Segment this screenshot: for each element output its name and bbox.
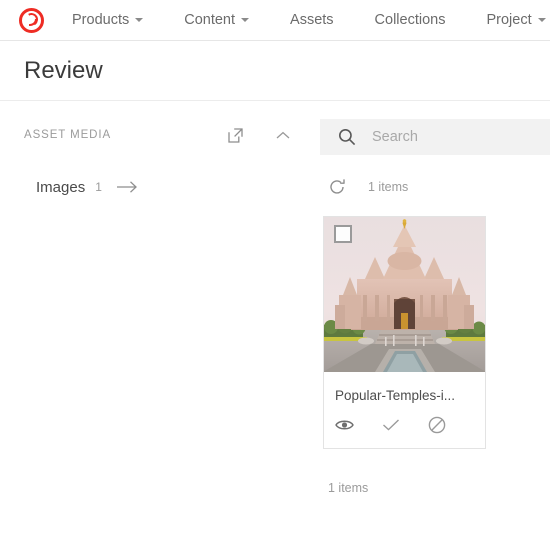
top-navigation-bar: Products Content Assets Collections Proj…	[0, 0, 550, 41]
nav-items: Products Content Assets Collections Proj…	[62, 13, 550, 28]
chevron-down-icon	[241, 18, 250, 22]
asset-select-checkbox[interactable]	[334, 225, 352, 243]
check-icon[interactable]	[382, 418, 400, 432]
nav-item-label: Products	[72, 11, 130, 28]
results-toolbar: 1 items	[320, 169, 550, 205]
sidebar: ASSET MEDIA Images 1	[0, 101, 320, 543]
nav-item-label: Content	[184, 11, 236, 28]
asset-browser-pane: 1 items	[320, 101, 550, 543]
nav-item-project[interactable]: Project	[476, 13, 550, 28]
external-link-icon[interactable]	[222, 122, 248, 148]
search-input[interactable]	[372, 129, 550, 145]
nav-item-products[interactable]: Products	[62, 13, 153, 28]
refresh-icon[interactable]	[328, 178, 346, 196]
nav-item-label: Project	[486, 11, 532, 28]
chevron-down-icon	[537, 18, 546, 22]
page-title: Review	[24, 56, 103, 84]
results-count: 1 items	[368, 180, 409, 194]
asset-name: Popular-Temples-i...	[335, 388, 456, 403]
sidebar-item-label: Images	[36, 178, 86, 196]
nav-item-label: Assets	[290, 11, 334, 28]
sidebar-section-header: ASSET MEDIA	[0, 123, 320, 147]
reject-icon[interactable]	[428, 416, 446, 434]
nav-item-content[interactable]: Content	[174, 13, 259, 28]
search-bar[interactable]	[320, 119, 550, 155]
chevron-down-icon	[135, 18, 144, 22]
asset-grid: Popular-Temples-i...	[320, 216, 550, 449]
asset-card[interactable]: Popular-Temples-i...	[323, 216, 486, 449]
eye-icon[interactable]	[335, 418, 354, 432]
chevron-up-icon[interactable]	[270, 122, 296, 148]
footer-results-count: 1 items	[328, 481, 369, 495]
nav-item-assets[interactable]: Assets	[280, 13, 344, 28]
asset-actions	[324, 403, 485, 448]
brand-logo-icon	[18, 7, 44, 33]
nav-item-label: Collections	[374, 11, 446, 28]
search-icon	[338, 128, 356, 146]
brand-logo[interactable]	[0, 7, 62, 33]
page-header: Review	[0, 41, 550, 101]
sidebar-item-count: 1	[95, 180, 102, 194]
content-area: ASSET MEDIA Images 1 Search 1 items Popu…	[0, 101, 550, 543]
sidebar-item-images[interactable]: Images 1	[12, 173, 320, 201]
nav-item-collections[interactable]: Collections	[365, 13, 456, 28]
asset-thumbnail[interactable]	[324, 217, 485, 372]
sidebar-section-label: ASSET MEDIA	[24, 129, 112, 141]
arrow-right-icon[interactable]	[116, 180, 138, 194]
